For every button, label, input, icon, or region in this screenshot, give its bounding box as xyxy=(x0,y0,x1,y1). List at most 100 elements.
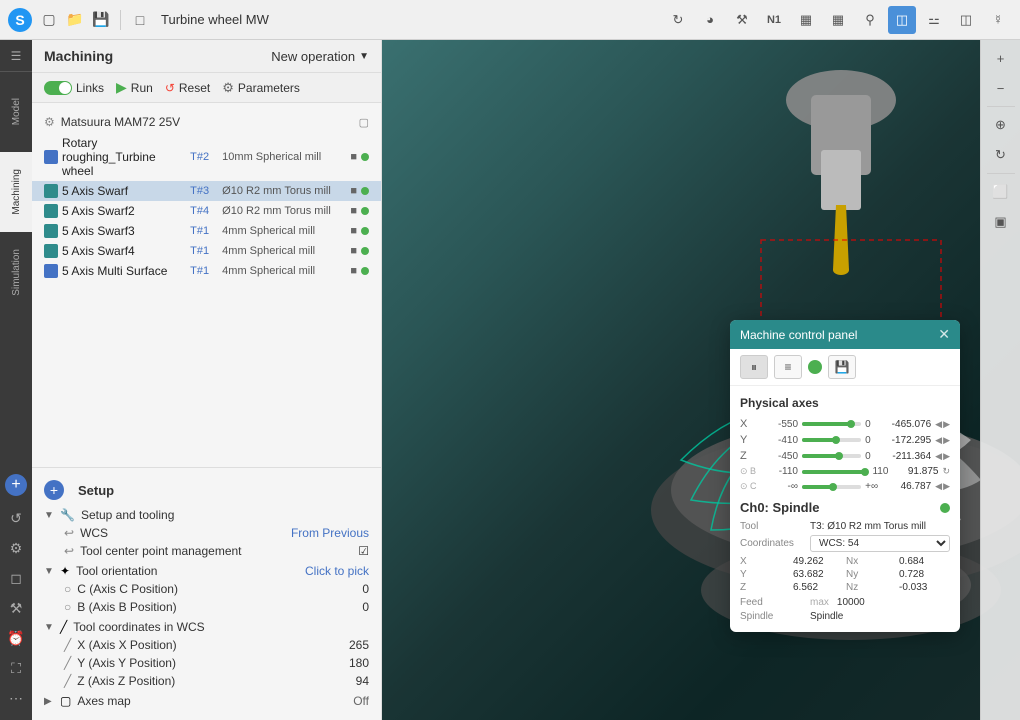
expand-icon[interactable]: ▼ xyxy=(44,566,54,577)
settings-icon[interactable]: ⚙ xyxy=(0,534,32,562)
open-folder-icon[interactable]: 📁 xyxy=(64,9,86,31)
sidebar-tab-model[interactable]: Model xyxy=(0,72,32,152)
mcp-title: Machine control panel xyxy=(740,328,857,342)
table-row[interactable]: 5 Axis Multi Surface T#1 4mm Spherical m… xyxy=(32,261,381,281)
sidebar-tab-machining[interactable]: Machining xyxy=(0,152,32,232)
op-icon-swarf3 xyxy=(44,224,58,238)
axis-c-slider[interactable] xyxy=(802,485,861,489)
display-icon[interactable]: ◫ xyxy=(888,6,916,34)
reset-icon: ↺ xyxy=(165,81,175,95)
expand-icon[interactable]: ▼ xyxy=(44,510,54,521)
tree-item-y-pos: ╱ Y (Axis Y Position) 180 xyxy=(64,654,369,672)
coordinates-select[interactable]: WCS: 54 xyxy=(810,535,950,552)
table-row[interactable]: 5 Axis Swarf2 T#4 Ø10 R2 mm Torus mill ■ xyxy=(32,201,381,221)
chart-icon[interactable]: ▦ xyxy=(792,6,820,34)
hamburger-menu[interactable]: ☰ xyxy=(0,40,32,72)
check-icon: ■ xyxy=(350,225,357,237)
sidebar-tab-simulation[interactable]: Simulation xyxy=(0,232,32,312)
axis-y-slider[interactable] xyxy=(802,438,861,442)
table-row[interactable]: 5 Axis Swarf3 T#1 4mm Spherical mill ■ xyxy=(32,221,381,241)
setup-section: + Setup ▼ 🔧 Setup and tooling ↩ WCS xyxy=(32,467,381,720)
refresh-icon[interactable]: ↻ xyxy=(664,6,692,34)
new-operation-button[interactable]: New operation ▼ xyxy=(271,49,369,64)
axis-z-slider[interactable] xyxy=(802,454,861,458)
z-icon: ╱ xyxy=(64,674,71,688)
axis-right-arrow[interactable]: ▶ xyxy=(943,481,950,492)
axis-cw-arrow[interactable]: ↻ xyxy=(942,466,950,477)
feed-value: 10000 xyxy=(837,597,865,608)
status-dot xyxy=(361,247,369,255)
tree-item-axes-map[interactable]: ▶ ▢ Axes map Off xyxy=(44,692,369,710)
zoom-out-icon[interactable]: − xyxy=(985,74,1017,102)
toggle-switch[interactable] xyxy=(44,81,72,95)
pan-icon[interactable]: ⊕ xyxy=(985,111,1017,139)
axis-left-arrow[interactable]: ◀ xyxy=(935,481,942,492)
table-row[interactable]: Rotary roughing_Turbine wheel T#2 10mm S… xyxy=(32,133,381,181)
tool-info-row: Tool T3: Ø10 R2 mm Torus mill xyxy=(740,521,950,532)
tcp-check[interactable]: ☑ xyxy=(358,544,369,558)
view-front-icon[interactable]: ▣ xyxy=(985,208,1017,236)
view3d-icon[interactable]: ◕ xyxy=(696,6,724,34)
app-logo[interactable]: S xyxy=(8,8,32,32)
axis-left-arrow[interactable]: ◀ xyxy=(935,451,942,462)
reset-button[interactable]: ↺ Reset xyxy=(165,81,210,95)
table-row[interactable]: 5 Axis Swarf4 T#1 4mm Spherical mill ■ xyxy=(32,241,381,261)
axis-right-arrow[interactable]: ▶ xyxy=(943,419,950,430)
axis-x-slider[interactable] xyxy=(802,422,861,426)
run-button[interactable]: ▶ Run xyxy=(116,79,153,96)
tree-item-orientation[interactable]: ▼ ✦ Tool orientation Click to pick xyxy=(44,562,369,580)
toolbar-separator xyxy=(987,106,1015,107)
axes-map-value: Off xyxy=(353,694,369,708)
axis-left-arrow[interactable]: ◀ xyxy=(935,419,942,430)
axis-right-arrow[interactable]: ▶ xyxy=(943,435,950,446)
titlebar-right-icons: ↻ ◕ ⚒ N1 ▦ ▦ ⚲ ◫ ⚍ ◫ ☿ xyxy=(664,6,1012,34)
feed-row: Feed max 10000 xyxy=(740,597,950,608)
wave-icon[interactable]: ⚍ xyxy=(920,6,948,34)
tree-item-setup-tooling[interactable]: ▼ 🔧 Setup and tooling xyxy=(44,506,369,524)
add-icon[interactable]: + xyxy=(5,474,27,496)
fit-icon[interactable]: ⬜ xyxy=(985,178,1017,206)
settings-button[interactable]: ≡ xyxy=(774,355,802,379)
mcp-close-button[interactable]: ✕ xyxy=(938,326,950,343)
tools-icon[interactable]: ⚒ xyxy=(728,6,756,34)
add-button[interactable]: + xyxy=(44,480,64,500)
axis-left-arrow[interactable]: ◀ xyxy=(935,435,942,446)
tree-section-setup: ▼ 🔧 Setup and tooling ↩ WCS From Previou… xyxy=(44,506,369,560)
tree-item-z-pos: ╱ Z (Axis Z Position) 94 xyxy=(64,672,369,690)
save-icon[interactable]: 💾 xyxy=(90,9,112,31)
check-icon: ■ xyxy=(350,245,357,257)
window-icon[interactable]: □ xyxy=(129,9,151,31)
axis-b-slider[interactable] xyxy=(802,470,868,474)
save-button[interactable]: 💾 xyxy=(828,355,856,379)
titlebar: S ▢ 📁 💾 □ Turbine wheel MW ↻ ◕ ⚒ N1 ▦ ▦ … xyxy=(0,0,1020,40)
feed-placeholder: max xyxy=(810,597,829,608)
table-row[interactable]: 5 Axis Swarf T#3 Ø10 R2 mm Torus mill ■ xyxy=(32,181,381,201)
axis-row-b: ⊙ B -110 110 91.875 ↻ xyxy=(740,466,950,477)
zoom-in-icon[interactable]: + xyxy=(985,44,1017,72)
clock-icon[interactable]: ⏰ xyxy=(0,624,32,652)
click-to-pick-link[interactable]: Click to pick xyxy=(305,564,369,578)
search-icon[interactable]: ⚲ xyxy=(856,6,884,34)
screen-icon[interactable]: ◫ xyxy=(952,6,980,34)
dots-icon[interactable]: ⋯ xyxy=(0,684,32,712)
tree-item-wcs: ↩ WCS From Previous xyxy=(64,524,369,542)
new-file-icon[interactable]: ▢ xyxy=(38,9,60,31)
rotate-icon[interactable]: ↻ xyxy=(985,141,1017,169)
layers-icon[interactable]: ◻ xyxy=(0,564,32,592)
n1-icon[interactable]: N1 xyxy=(760,6,788,34)
parameters-button[interactable]: ⚙ Parameters xyxy=(222,80,300,96)
expand-icon[interactable]: ▼ xyxy=(44,622,54,633)
links-toggle[interactable]: Links xyxy=(44,81,104,95)
map-icon[interactable]: ⛶ xyxy=(0,654,32,682)
axis-right-arrow[interactable]: ▶ xyxy=(943,451,950,462)
tree-item-coordinates[interactable]: ▼ ╱ Tool coordinates in WCS xyxy=(44,618,369,636)
globe-icon[interactable]: ☿ xyxy=(984,6,1012,34)
grid-icon[interactable]: ▦ xyxy=(824,6,852,34)
cursor-icon[interactable]: ↺ xyxy=(0,504,32,532)
tool-icon[interactable]: ⚒ xyxy=(0,594,32,622)
panel-title: Machining xyxy=(44,48,113,64)
spindle-title: Ch0: Spindle xyxy=(740,500,819,515)
wcs-value[interactable]: From Previous xyxy=(291,526,369,540)
expand-icon[interactable]: ▶ xyxy=(44,696,54,707)
pause-button[interactable]: ⏸ xyxy=(740,355,768,379)
